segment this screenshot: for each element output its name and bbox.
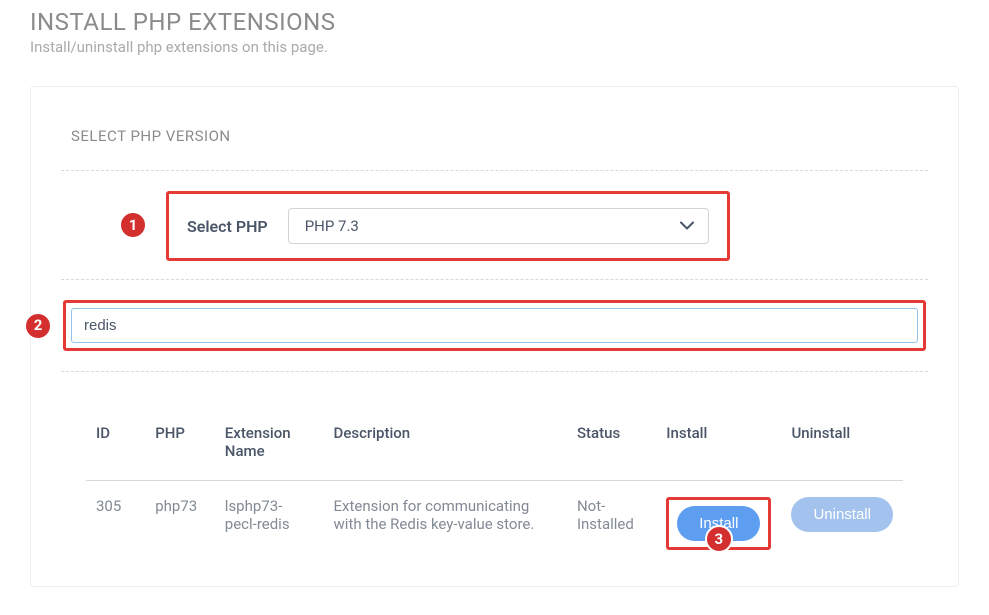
search-input[interactable]	[71, 308, 918, 343]
divider	[61, 371, 928, 372]
page-subtitle: Install/uninstall php extensions on this…	[30, 38, 959, 56]
cell-uninstall: Uninstall	[781, 481, 903, 567]
section-label: SELECT PHP VERSION	[61, 127, 928, 170]
extensions-table: ID PHP Extension Name Description Status…	[86, 412, 903, 566]
th-install: Install	[656, 412, 781, 481]
table-header-row: ID PHP Extension Name Description Status…	[86, 412, 903, 481]
th-php: PHP	[145, 412, 215, 481]
select-php-label: Select PHP	[187, 217, 268, 236]
cell-status: Not-Installed	[567, 481, 656, 567]
annotation-badge-2: 2	[24, 312, 52, 340]
extensions-card: SELECT PHP VERSION 1 Select PHP PHP 7.3 …	[30, 86, 959, 587]
annotation-badge-3: 3	[705, 525, 733, 553]
chevron-down-icon	[680, 222, 694, 231]
page-title: INSTALL PHP EXTENSIONS	[30, 8, 959, 36]
table-row: 305 php73 lsphp73-pecl-redis Extension f…	[86, 481, 903, 567]
cell-desc: Extension for communicating with the Red…	[324, 481, 567, 567]
extensions-table-wrap: ID PHP Extension Name Description Status…	[61, 412, 928, 566]
uninstall-button[interactable]: Uninstall	[791, 497, 893, 532]
search-highlight	[63, 300, 926, 351]
php-version-selected: PHP 7.3	[305, 217, 359, 235]
th-status: Status	[567, 412, 656, 481]
th-name: Extension Name	[215, 412, 324, 481]
cell-name: lsphp73-pecl-redis	[215, 481, 324, 567]
th-desc: Description	[324, 412, 567, 481]
select-php-highlight: Select PHP PHP 7.3	[166, 191, 730, 261]
th-id: ID	[86, 412, 145, 481]
cell-install: Install 3	[656, 481, 781, 567]
annotation-badge-1: 1	[119, 211, 147, 239]
th-uninstall: Uninstall	[781, 412, 903, 481]
cell-id: 305	[86, 481, 145, 567]
cell-php: php73	[145, 481, 215, 567]
php-version-select[interactable]: PHP 7.3	[288, 208, 709, 244]
